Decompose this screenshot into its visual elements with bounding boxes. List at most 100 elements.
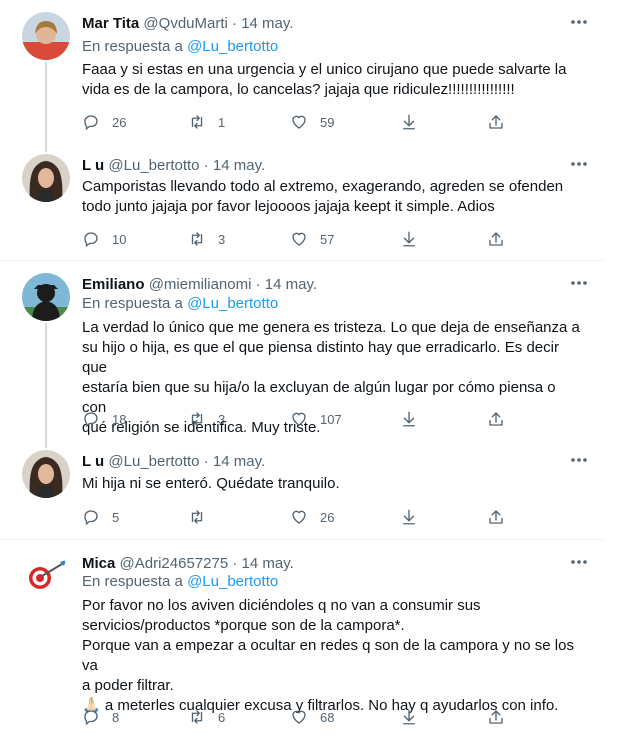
heart-icon: [292, 232, 306, 246]
retweet-count: 1: [218, 114, 226, 130]
user-handle[interactable]: @miemilianomi: [149, 276, 252, 293]
reply-mention[interactable]: @Lu_bertotto: [187, 38, 278, 55]
retweet-button[interactable]: 1: [188, 111, 225, 133]
tweet-date[interactable]: 14 may.: [242, 555, 294, 572]
avatar[interactable]: [22, 154, 70, 202]
tweet-actions: 5 26: [82, 506, 512, 528]
reply-icon: [84, 510, 98, 526]
avatar[interactable]: [22, 273, 70, 321]
tweet-emiliano[interactable]: Emiliano @miemilianomi · 14 may. En resp…: [0, 261, 605, 438]
tweet-date[interactable]: 14 may.: [213, 157, 265, 174]
download-button[interactable]: [400, 706, 418, 728]
conversation-thread: Mar Tita @QvduMarti · 14 may. En respues…: [0, 0, 625, 737]
avatar[interactable]: [22, 552, 70, 600]
retweet-icon: [191, 115, 203, 129]
reply-icon: [84, 710, 98, 726]
like-count: 68: [320, 709, 335, 725]
heart-icon: [292, 710, 306, 724]
download-button[interactable]: [400, 228, 418, 250]
heart-icon: [292, 510, 306, 524]
like-count: 57: [320, 231, 335, 247]
like-button[interactable]: 59: [290, 111, 334, 133]
share-icon: [489, 232, 503, 246]
reply-button[interactable]: 18: [82, 408, 126, 430]
like-button[interactable]: 68: [290, 706, 334, 728]
share-button[interactable]: [487, 111, 505, 133]
tweet-actions: 10 3 57: [82, 228, 512, 250]
reply-count: 18: [112, 411, 127, 427]
retweet-icon: [191, 510, 203, 524]
retweet-button[interactable]: 3: [188, 228, 225, 250]
share-button[interactable]: [487, 228, 505, 250]
user-name[interactable]: L u: [82, 453, 104, 470]
tweet-lu-bertotto[interactable]: L u @Lu_bertotto · 14 may. Mi hija ni se…: [0, 438, 605, 540]
reply-button[interactable]: 26: [82, 111, 126, 133]
more-icon[interactable]: [567, 552, 591, 572]
like-button[interactable]: 26: [290, 506, 334, 528]
user-name[interactable]: Mar Tita: [82, 15, 139, 32]
more-icon[interactable]: [567, 450, 591, 470]
tweet-date[interactable]: 14 may.: [265, 276, 317, 293]
download-button[interactable]: [400, 111, 418, 133]
share-button[interactable]: [487, 506, 505, 528]
like-button[interactable]: 107: [290, 408, 342, 430]
tweet-header: Mar Tita @QvduMarti · 14 may.: [82, 14, 293, 34]
more-icon[interactable]: [567, 12, 591, 32]
retweet-count: 3: [218, 411, 226, 427]
tweet-line: a poder filtrar.: [82, 677, 174, 694]
like-count: 107: [320, 411, 342, 427]
tweet-date[interactable]: 14 may.: [213, 453, 265, 470]
user-name[interactable]: L u: [82, 157, 104, 174]
reply-icon: [84, 412, 98, 428]
more-icon[interactable]: [567, 154, 591, 174]
tweet-line: Por favor no los aviven diciéndoles q no…: [82, 597, 481, 614]
user-handle[interactable]: @QvduMarti: [143, 15, 227, 32]
heart-icon: [292, 412, 306, 426]
avatar[interactable]: [22, 450, 70, 498]
reply-prefix: En respuesta a: [82, 573, 183, 590]
reply-mention[interactable]: @Lu_bertotto: [187, 295, 278, 312]
retweet-icon: [191, 710, 203, 724]
reply-button[interactable]: 5: [82, 506, 119, 528]
download-icon: [403, 231, 415, 247]
retweet-button[interactable]: 6: [188, 706, 225, 728]
share-button[interactable]: [487, 706, 505, 728]
user-handle[interactable]: @Adri24657275: [120, 555, 229, 572]
reply-context: En respuesta a @Lu_bertotto: [82, 572, 278, 592]
tweet-mica[interactable]: Mica @Adri24657275 · 14 may. En respuest…: [0, 540, 605, 737]
reply-button[interactable]: 10: [82, 228, 126, 250]
download-icon: [403, 411, 415, 427]
reply-mention[interactable]: @Lu_bertotto: [187, 573, 278, 590]
user-handle[interactable]: @Lu_bertotto: [108, 157, 199, 174]
reply-icon: [84, 232, 98, 248]
user-name[interactable]: Emiliano: [82, 276, 145, 293]
reply-prefix: En respuesta a: [82, 295, 183, 312]
tweet-line: Porque van a empezar a ocultar en redes …: [82, 637, 574, 674]
user-handle[interactable]: @Lu_bertotto: [108, 453, 199, 470]
tweet-text: Por favor no los aviven diciéndoles q no…: [82, 596, 582, 716]
retweet-count: 3: [218, 231, 226, 247]
tweet-actions: 8 6 68: [82, 706, 512, 728]
avatar[interactable]: [22, 12, 70, 60]
download-icon: [403, 709, 415, 725]
separator: ·: [255, 276, 261, 293]
tweet-marti[interactable]: Mar Tita @QvduMarti · 14 may. En respues…: [0, 0, 605, 142]
share-button[interactable]: [487, 408, 505, 430]
reply-count: 8: [112, 709, 120, 725]
tweet-header: L u @Lu_bertotto · 14 may.: [82, 156, 265, 176]
retweet-button[interactable]: 3: [188, 408, 225, 430]
tweet-date[interactable]: 14 may.: [241, 15, 293, 32]
retweet-icon: [191, 412, 203, 426]
download-button[interactable]: [400, 408, 418, 430]
thread-line: [45, 438, 47, 448]
download-button[interactable]: [400, 506, 418, 528]
like-button[interactable]: 57: [290, 228, 334, 250]
more-icon[interactable]: [567, 273, 591, 293]
share-icon: [489, 510, 503, 524]
user-name[interactable]: Mica: [82, 555, 115, 572]
reply-button[interactable]: 8: [82, 706, 119, 728]
retweet-button[interactable]: [188, 506, 218, 528]
separator: ·: [203, 453, 209, 470]
separator: ·: [203, 157, 209, 174]
tweet-lu-bertotto[interactable]: L u @Lu_bertotto · 14 may. Camporistas l…: [0, 142, 605, 261]
